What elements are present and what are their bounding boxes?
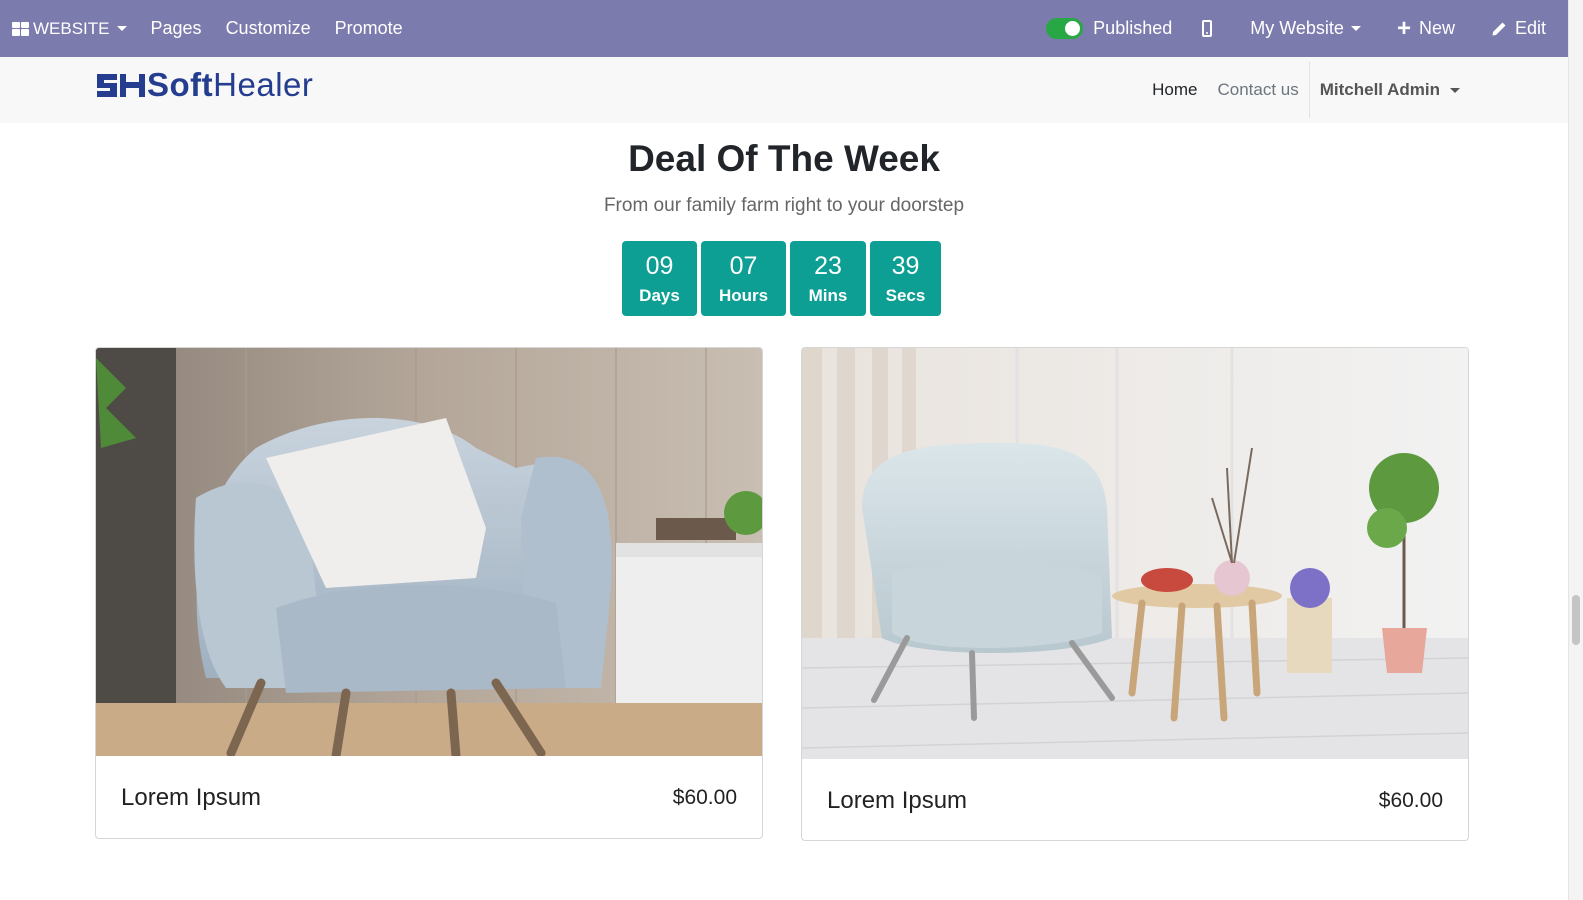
countdown-value: 39 [891, 251, 920, 280]
pencil-icon [1492, 22, 1506, 35]
countdown-label: Mins [808, 285, 848, 305]
countdown-label: Hours [718, 285, 769, 305]
countdown-secs: 39 Secs [870, 241, 941, 316]
menu-promote[interactable]: Promote [335, 18, 403, 39]
countdown-value: 07 [729, 251, 758, 280]
edit-label: Edit [1514, 18, 1546, 38]
product-name[interactable]: Lorem Ipsum [827, 787, 967, 815]
mobile-preview-button[interactable] [1202, 20, 1213, 37]
product-name[interactable]: Lorem Ipsum [121, 784, 261, 812]
countdown-days: 09 Days [622, 241, 697, 316]
countdown-hours: 07 Hours [701, 241, 786, 316]
menu-pages[interactable]: Pages [151, 18, 202, 39]
product-price: $60.00 [1378, 789, 1443, 812]
apps-menu-toggle[interactable]: WEBSITE [0, 0, 127, 57]
user-name: Mitchell Admin [1319, 80, 1440, 99]
product-price: $60.00 [672, 786, 737, 809]
menu-customize[interactable]: Customize [226, 18, 311, 39]
product-card[interactable]: Lorem Ipsum $60.00 [801, 347, 1469, 841]
website-switcher[interactable]: My Website [1250, 18, 1361, 39]
new-button[interactable]: + New [1396, 14, 1455, 42]
brand-logo[interactable]: SoftHealer [95, 66, 314, 103]
armchair-photo [96, 348, 762, 756]
new-label: New [1418, 18, 1455, 38]
section-title: Deal Of The Week [628, 138, 940, 179]
countdown-label: Days [639, 285, 680, 305]
countdown-value: 23 [814, 251, 842, 280]
nav-contact-us[interactable]: Contact us [1217, 80, 1298, 100]
nav-home[interactable]: Home [1152, 80, 1197, 100]
site-header: SoftHealer Home Contact us Mitchell Admi… [0, 57, 1568, 123]
countdown-value: 09 [645, 251, 674, 280]
softhealer-logo-icon [97, 74, 145, 97]
nav-divider [1308, 62, 1310, 118]
countdown-mins: 23 Mins [790, 241, 866, 316]
edit-button[interactable]: Edit [1491, 18, 1546, 39]
product-image[interactable] [96, 348, 762, 756]
chevron-down-icon [1350, 26, 1361, 31]
armchair-photo [802, 348, 1468, 759]
admin-navbar: WEBSITE Pages Customize Promote Publishe… [0, 0, 1568, 57]
countdown-timer: 09 Days 07 Hours 23 Mins 39 Secs [622, 241, 941, 316]
published-label: Published [1093, 18, 1173, 38]
plus-icon: + [1396, 14, 1411, 42]
apps-grid-icon [12, 21, 29, 36]
scrollbar-thumb[interactable] [1572, 595, 1580, 645]
product-image[interactable] [802, 348, 1468, 759]
toggle-switch-icon [1046, 18, 1084, 39]
website-label: My Website [1250, 18, 1344, 38]
countdown-label: Secs [885, 285, 926, 305]
user-menu[interactable]: Mitchell Admin [1320, 80, 1460, 100]
page-scrollbar[interactable] [1568, 0, 1583, 900]
product-card[interactable]: Lorem Ipsum $60.00 [95, 347, 763, 839]
main-nav: Home Contact us Mitchell Admin [1132, 57, 1460, 123]
chevron-down-icon [116, 26, 127, 31]
chevron-down-icon [1450, 87, 1460, 93]
logo-text: SoftHealer [147, 66, 314, 103]
section-subtitle: From our family farm right to your doors… [603, 195, 965, 216]
app-label: WEBSITE [33, 18, 110, 38]
publish-toggle[interactable]: Published [1046, 18, 1172, 39]
mobile-icon [1202, 20, 1213, 37]
